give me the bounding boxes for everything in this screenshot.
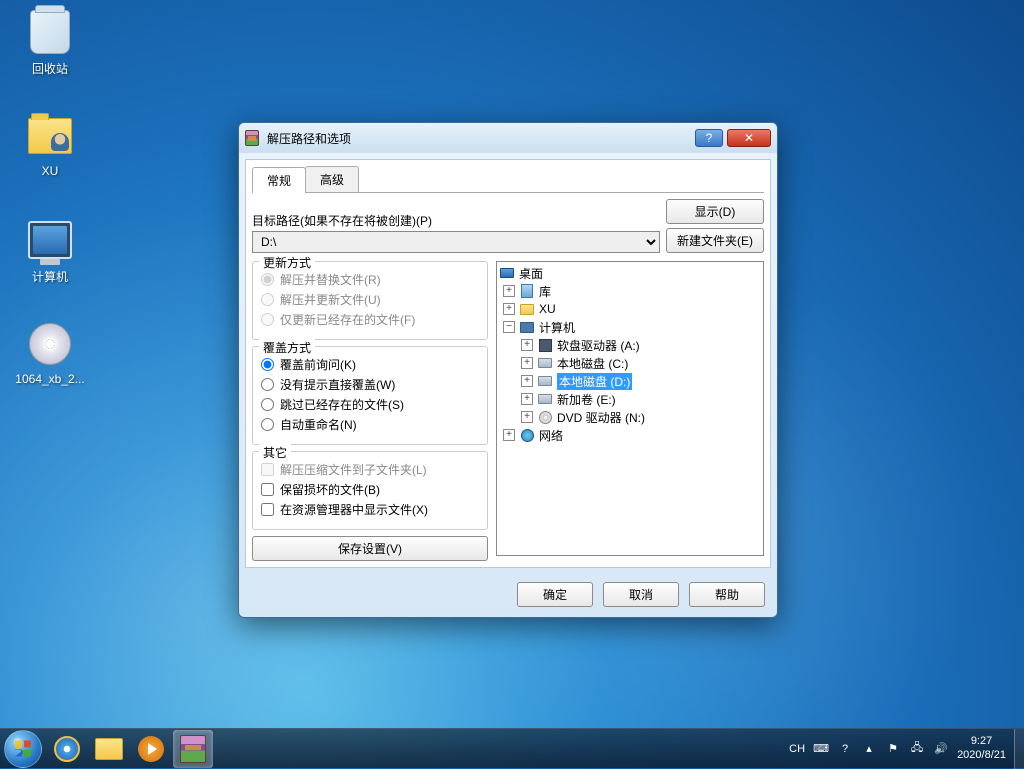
path-label: 目标路径(如果不存在将被创建)(P): [252, 212, 660, 229]
tray-chevron-icon[interactable]: ▴: [861, 741, 877, 757]
tab-general[interactable]: 常规: [252, 167, 306, 193]
desktop-icon-recycle[interactable]: 回收站: [12, 8, 88, 77]
icon-label: 1064_xb_2...: [12, 372, 88, 386]
tab-advanced[interactable]: 高级: [305, 166, 359, 192]
radio-ask-overwrite[interactable]: 覆盖前询问(K): [261, 356, 479, 373]
folder-icon: [519, 301, 535, 317]
tree-node-desktop[interactable]: 桌面: [499, 264, 761, 282]
library-icon: [519, 283, 535, 299]
extract-dialog: 解压路径和选项 ? ✕ 常规 高级 目标路径(如果不存在将被创建)(P) D:\…: [238, 122, 778, 618]
tree-node-computer[interactable]: −计算机: [499, 318, 761, 336]
radio-auto-rename[interactable]: 自动重命名(N): [261, 416, 479, 433]
show-desktop-button[interactable]: [1014, 729, 1024, 769]
update-mode-group: 更新方式 解压并替换文件(R) 解压并更新文件(U) 仅更新已经存在的文件(F): [252, 261, 488, 340]
computer-icon: [519, 319, 535, 335]
tree-node-library[interactable]: +库: [499, 282, 761, 300]
expand-icon[interactable]: +: [521, 411, 533, 423]
clock-time: 9:27: [957, 735, 1006, 748]
disc-icon: [26, 320, 74, 368]
folder-tree[interactable]: 桌面 +库 +XU −计算机 +软盘驱动器 (A:) +本地磁盘 (C:) +本…: [496, 261, 764, 556]
tree-node-drive-c[interactable]: +本地磁盘 (C:): [499, 354, 761, 372]
winrar-icon: [245, 130, 261, 146]
taskbar: CH ⌨ ? ▴ ⚑ 🖧 🔊 9:27 2020/8/21: [0, 728, 1024, 768]
check-keep-broken[interactable]: 保留损坏的文件(B): [261, 481, 479, 498]
misc-group: 其它 解压压缩文件到子文件夹(L) 保留损坏的文件(B) 在资源管理器中显示文件…: [252, 451, 488, 530]
radio-update-existing[interactable]: 仅更新已经存在的文件(F): [261, 311, 479, 328]
path-combobox[interactable]: D:\: [252, 231, 660, 253]
taskbar-winrar[interactable]: [173, 730, 213, 768]
expand-icon[interactable]: +: [503, 303, 515, 315]
clock-date: 2020/8/21: [957, 749, 1006, 762]
taskbar-wmp[interactable]: [131, 730, 171, 768]
taskbar-clock[interactable]: 9:27 2020/8/21: [957, 735, 1006, 761]
group-title: 其它: [259, 444, 291, 461]
help-button[interactable]: ?: [695, 129, 723, 147]
expand-icon[interactable]: +: [503, 285, 515, 297]
floppy-icon: [537, 337, 553, 353]
radio-overwrite-silent[interactable]: 没有提示直接覆盖(W): [261, 376, 479, 393]
desktop-icon-computer[interactable]: 计算机: [12, 216, 88, 285]
tree-node-xu[interactable]: +XU: [499, 300, 761, 318]
radio-extract-update[interactable]: 解压并更新文件(U): [261, 291, 479, 308]
explorer-icon: [95, 738, 123, 760]
start-button[interactable]: [4, 730, 42, 768]
tab-strip: 常规 高级: [252, 166, 764, 193]
recycle-bin-icon: [26, 8, 74, 56]
dialog-body: 常规 高级 目标路径(如果不存在将被创建)(P) D:\ 显示(D) 新建文件夹…: [245, 159, 771, 568]
new-folder-button[interactable]: 新建文件夹(E): [666, 228, 764, 253]
dialog-title: 解压路径和选项: [267, 130, 695, 147]
network-icon: [519, 427, 535, 443]
desktop-icon-iso[interactable]: 1064_xb_2...: [12, 320, 88, 386]
radio-skip-existing[interactable]: 跳过已经存在的文件(S): [261, 396, 479, 413]
ime-options-icon[interactable]: ⌨: [813, 741, 829, 757]
icon-label: 回收站: [12, 60, 88, 77]
help-button[interactable]: 帮助: [689, 582, 765, 607]
network-icon[interactable]: 🖧: [909, 741, 925, 757]
tree-node-dvd[interactable]: +DVD 驱动器 (N:): [499, 408, 761, 426]
radio-extract-replace[interactable]: 解压并替换文件(R): [261, 271, 479, 288]
icon-label: XU: [12, 164, 88, 178]
titlebar[interactable]: 解压路径和选项 ? ✕: [239, 123, 777, 153]
tree-node-network[interactable]: +网络: [499, 426, 761, 444]
ok-button[interactable]: 确定: [517, 582, 593, 607]
drive-icon: [537, 355, 553, 371]
taskbar-explorer[interactable]: [89, 730, 129, 768]
expand-icon[interactable]: +: [521, 375, 533, 387]
expand-icon[interactable]: +: [521, 339, 533, 351]
taskbar-ie[interactable]: [47, 730, 87, 768]
desktop-icon-xu[interactable]: XU: [12, 112, 88, 178]
collapse-icon[interactable]: −: [503, 321, 515, 333]
dvd-icon: [537, 409, 553, 425]
save-settings-button[interactable]: 保存设置(V): [252, 536, 488, 561]
expand-icon[interactable]: +: [503, 429, 515, 441]
system-tray: CH ⌨ ? ▴ ⚑ 🖧 🔊 9:27 2020/8/21: [781, 729, 1014, 768]
action-center-icon[interactable]: ⚑: [885, 741, 901, 757]
drive-icon: [537, 391, 553, 407]
winrar-icon: [180, 735, 206, 763]
group-title: 更新方式: [259, 254, 315, 271]
icon-label: 计算机: [12, 268, 88, 285]
user-folder-icon: [26, 112, 74, 160]
tree-node-floppy[interactable]: +软盘驱动器 (A:): [499, 336, 761, 354]
expand-icon[interactable]: +: [521, 357, 533, 369]
ie-icon: [54, 736, 80, 762]
desktop-icon: [499, 265, 515, 281]
check-show-explorer[interactable]: 在资源管理器中显示文件(X): [261, 501, 479, 518]
ime-indicator[interactable]: CH: [789, 743, 805, 755]
drive-icon: [537, 373, 553, 389]
check-subfolder[interactable]: 解压压缩文件到子文件夹(L): [261, 461, 479, 478]
wmp-icon: [138, 736, 164, 762]
cancel-button[interactable]: 取消: [603, 582, 679, 607]
group-title: 覆盖方式: [259, 339, 315, 356]
computer-icon: [26, 216, 74, 264]
overwrite-mode-group: 覆盖方式 覆盖前询问(K) 没有提示直接覆盖(W) 跳过已经存在的文件(S) 自…: [252, 346, 488, 445]
help-tray-icon[interactable]: ?: [837, 741, 853, 757]
display-button[interactable]: 显示(D): [666, 199, 764, 224]
expand-icon[interactable]: +: [521, 393, 533, 405]
tree-node-drive-e[interactable]: +新加卷 (E:): [499, 390, 761, 408]
close-button[interactable]: ✕: [727, 129, 771, 147]
tree-node-drive-d[interactable]: +本地磁盘 (D:): [499, 372, 761, 390]
dialog-footer: 确定 取消 帮助: [239, 574, 777, 617]
volume-icon[interactable]: 🔊: [933, 741, 949, 757]
